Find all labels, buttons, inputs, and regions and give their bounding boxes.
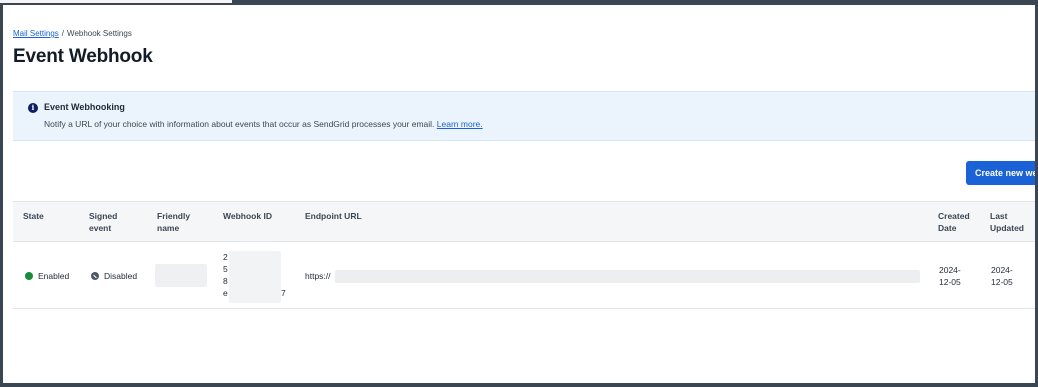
endpoint-url-redacted <box>335 270 920 283</box>
webhook-id-char: 5 <box>223 264 228 274</box>
signed-event-value: Disabled <box>104 271 138 281</box>
column-header-friendly-name: Friendly name <box>157 210 190 234</box>
last-updated-line1: 2024- <box>991 265 1013 275</box>
breadcrumb-current: Webhook Settings <box>67 29 132 38</box>
last-updated-line2: 12-05 <box>991 277 1013 287</box>
column-header-friendly-name-line1: Friendly <box>157 211 191 221</box>
webhooks-table: State Signed event Friendly name Webhook… <box>13 201 1035 309</box>
page: Mail Settings / Webhook Settings Event Web… <box>3 5 1035 383</box>
breadcrumb-link-mail-settings[interactable]: Mail Settings <box>13 29 59 38</box>
column-header-created-line2: Date <box>938 223 957 233</box>
page-title: Event Webhook <box>13 46 153 67</box>
breadcrumb-separator: / <box>61 29 65 38</box>
column-header-state: State <box>23 211 44 221</box>
table-row[interactable]: Enabled Disabled 2 5 8 e 7 https:// 2024… <box>13 243 1035 309</box>
column-header-created-line1: Created <box>938 211 970 221</box>
webhook-id-char: e <box>223 288 228 298</box>
state-value: Enabled <box>38 271 70 281</box>
webhook-id-char: 2 <box>223 252 228 262</box>
column-header-webhook-id: Webhook ID <box>223 211 272 221</box>
webhook-id-redacted <box>229 251 281 303</box>
column-header-last-updated: Last Updated <box>990 210 1024 234</box>
column-header-friendly-name-line2: name <box>157 223 180 233</box>
last-updated-cell: 2024- 12-05 <box>991 264 1013 288</box>
webhook-id-char: 7 <box>281 288 286 298</box>
banner-text: Notify a URL of your choice with informa… <box>44 119 483 129</box>
webhook-id-char: 8 <box>223 276 228 286</box>
created-date-line2: 12-05 <box>939 277 961 287</box>
endpoint-url-prefix: https:// <box>305 271 331 281</box>
info-icon: i <box>28 103 38 113</box>
column-header-updated-line1: Last <box>990 211 1008 221</box>
created-date-cell: 2024- 12-05 <box>939 264 961 288</box>
column-header-signed-event: Signed event <box>89 210 117 234</box>
column-header-updated-line2: Updated <box>990 223 1024 233</box>
info-banner: i Event Webhooking Notify a URL of your … <box>13 91 1035 141</box>
created-date-line1: 2024- <box>939 265 961 275</box>
window-frame-strip <box>0 0 232 3</box>
friendly-name-redacted <box>155 264 207 287</box>
banner-description: Notify a URL of your choice with informa… <box>44 119 435 129</box>
breadcrumb: Mail Settings / Webhook Settings <box>13 29 132 38</box>
column-header-endpoint-url: Endpoint URL <box>305 211 362 221</box>
column-header-signed-event-line2: event <box>89 223 112 233</box>
table-header: State Signed event Friendly name Webhook… <box>13 202 1035 242</box>
enabled-status-dot-icon <box>25 272 33 280</box>
state-cell: Enabled <box>25 270 69 282</box>
create-new-webhook-button[interactable]: Create new webhook <box>966 161 1035 185</box>
column-header-signed-event-line1: Signed <box>89 211 118 221</box>
signed-event-cell: Disabled <box>91 270 137 282</box>
banner-title: Event Webhooking <box>44 102 125 112</box>
learn-more-link[interactable]: Learn more. <box>437 119 483 129</box>
column-header-created-date: Created Date <box>938 210 970 234</box>
disabled-status-icon <box>91 272 99 280</box>
